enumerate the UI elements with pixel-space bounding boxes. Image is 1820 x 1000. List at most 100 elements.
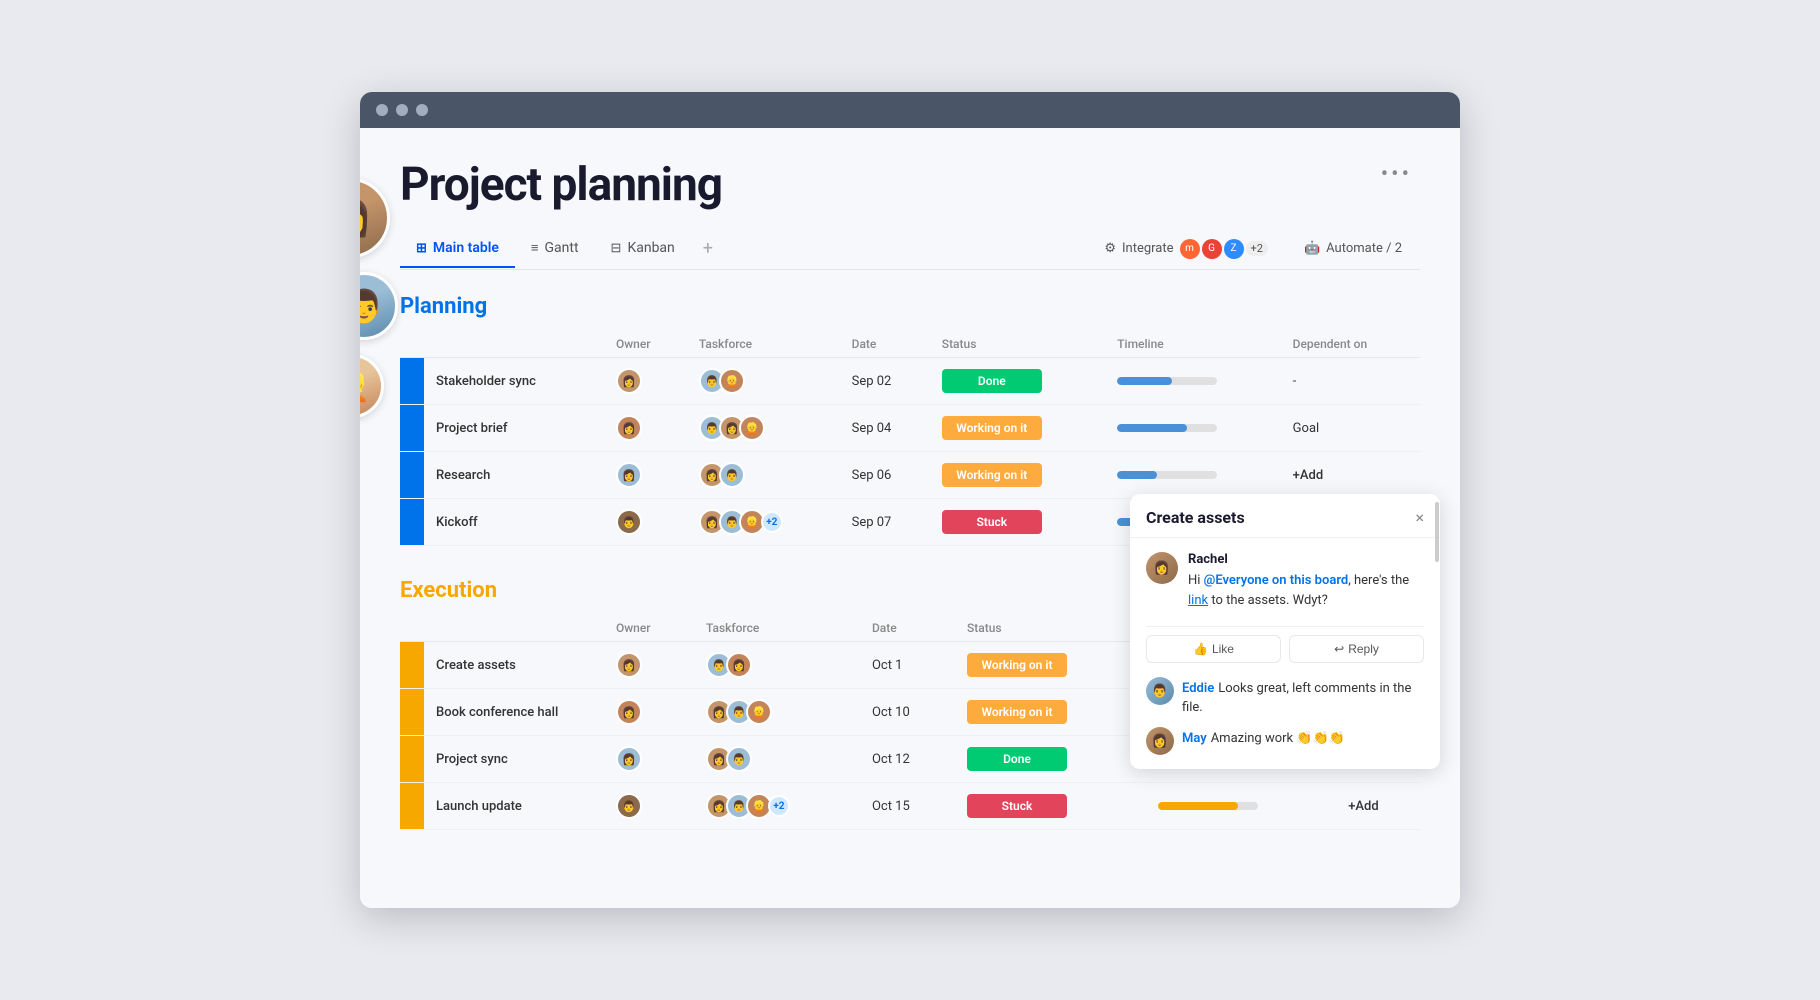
date-cell: Sep 07 — [840, 499, 930, 546]
th-owner: Owner — [604, 331, 687, 358]
reply-body: May Amazing work 👏👏👏 — [1182, 727, 1345, 746]
comment-text: Hi @Everyone on this board, here's the l… — [1188, 571, 1424, 610]
comment-mention[interactable]: @Everyone on this board — [1204, 573, 1349, 588]
close-panel-button[interactable]: × — [1415, 510, 1424, 526]
planning-row-3[interactable]: Research 👩 👩 👨 — [400, 452, 1420, 499]
row-indicator — [400, 689, 424, 736]
integration-icons: m G Z +2 — [1180, 239, 1268, 259]
tabs-bar: ⊞ Main table ≡ Gantt ⊟ Kanban + ⚙ Integr… — [400, 228, 1420, 270]
tab-main-table[interactable]: ⊞ Main table — [400, 230, 515, 268]
tab-kanban[interactable]: ⊟ Kanban — [595, 230, 691, 268]
owner-cell: 👩 — [604, 358, 687, 405]
owner-avatar: 👩 — [616, 652, 642, 678]
dependent-add[interactable]: +Add — [1336, 783, 1420, 830]
row-indicator — [400, 358, 424, 405]
owner-cell: 👩 — [604, 642, 694, 689]
gantt-icon: ≡ — [531, 240, 539, 256]
more-options-button[interactable]: ••• — [1373, 158, 1420, 191]
like-button[interactable]: 👍 Like — [1146, 635, 1281, 663]
status-badge: Working on it — [967, 653, 1067, 677]
timeline-bar — [1117, 377, 1217, 385]
automate-label: Automate / 2 — [1326, 241, 1402, 256]
reply-text-may: Amazing work 👏👏👏 — [1211, 731, 1345, 746]
th-indicator — [400, 331, 424, 358]
date-cell: Oct 12 — [860, 736, 955, 783]
owner-cell: 👩 — [604, 405, 687, 452]
status-cell: Done — [930, 358, 1105, 405]
automate-button[interactable]: 🤖 Automate / 2 — [1294, 235, 1412, 262]
gmail-icon: G — [1202, 239, 1222, 259]
row-indicator — [400, 499, 424, 546]
browser-content: 👩 👨 👱 Project planning ••• ⊞ Main table … — [360, 128, 1460, 908]
th-date: Date — [840, 331, 930, 358]
status-badge: Working on it — [967, 700, 1067, 724]
avatar-person-1: 👩 — [360, 178, 390, 258]
reply-eddie: 👨 Eddie Looks great, left comments in th… — [1146, 677, 1424, 715]
status-cell: Stuck — [955, 783, 1146, 830]
status-badge: Stuck — [967, 794, 1067, 818]
reply-text-eddie: Looks great, left comments in the file. — [1182, 681, 1411, 715]
replies-section: 👨 Eddie Looks great, left comments in th… — [1146, 677, 1424, 755]
reply-button[interactable]: ↩ Reply — [1289, 635, 1424, 663]
tf-avatar-3: 👱 — [739, 415, 765, 441]
date-cell: Oct 1 — [860, 642, 955, 689]
owner-cell: 👩 — [604, 736, 694, 783]
reply-may: 👩 May Amazing work 👏👏👏 — [1146, 727, 1424, 755]
status-badge: Done — [967, 747, 1067, 771]
date-cell: Oct 15 — [860, 783, 955, 830]
add-tab-button[interactable]: + — [691, 228, 725, 269]
timeline-cell — [1105, 358, 1280, 405]
reply-author-may: May — [1182, 731, 1207, 746]
status-cell: Working on it — [955, 689, 1146, 736]
status-badge: Stuck — [942, 510, 1042, 534]
status-cell: Stuck — [930, 499, 1105, 546]
tf-avatar-2: 👨 — [719, 462, 745, 488]
tab-gantt[interactable]: ≡ Gantt — [515, 230, 595, 268]
comment-author: Rachel — [1188, 552, 1424, 567]
th-indicator — [400, 615, 424, 642]
may-avatar: 👩 — [1146, 727, 1174, 755]
timeline-cell — [1146, 783, 1337, 830]
reply-label: Reply — [1348, 642, 1379, 656]
integrate-button[interactable]: ⚙ Integrate m G Z +2 — [1094, 233, 1278, 265]
left-avatars: 👩 👨 👱 — [360, 178, 398, 418]
task-name: Kickoff — [424, 499, 604, 546]
dependent-add[interactable]: +Add — [1281, 452, 1420, 499]
planning-row-2[interactable]: Project brief 👩 👨 👩 👱 — [400, 405, 1420, 452]
text-mid: , here's the — [1348, 573, 1409, 588]
task-name: Project sync — [424, 736, 604, 783]
taskforce-cell: 👩 👨 — [694, 736, 860, 783]
th-taskforce: Taskforce — [694, 615, 860, 642]
execution-row-4[interactable]: Launch update 👨 👩 👨 👱 — [400, 783, 1420, 830]
page-header: Project planning ••• — [400, 158, 1420, 212]
th-status: Status — [955, 615, 1146, 642]
tf-avatar-2: 👱 — [719, 368, 745, 394]
scrollbar-thumb — [1435, 502, 1439, 562]
tab-actions: ⚙ Integrate m G Z +2 🤖 Automate / 2 — [1094, 233, 1420, 265]
status-badge: Working on it — [942, 416, 1042, 440]
panel-scrollbar[interactable] — [1434, 494, 1440, 769]
comment-actions: 👍 Like ↩ Reply — [1146, 626, 1424, 663]
comment-link[interactable]: link — [1188, 593, 1208, 608]
comment-panel-header: Create assets × — [1130, 494, 1440, 538]
planning-header-row: Owner Taskforce Date Status Timeline Dep… — [400, 331, 1420, 358]
like-label: Like — [1212, 642, 1234, 656]
main-comment: 👩 Rachel Hi @Everyone on this board, her… — [1146, 552, 1424, 610]
owner-avatar: 👩 — [616, 368, 642, 394]
row-indicator — [400, 452, 424, 499]
timeline-fill — [1158, 802, 1238, 810]
taskforce-cell: 👩 👨 — [687, 452, 840, 499]
avatar-person-3: 👱 — [360, 354, 384, 418]
row-indicator — [400, 405, 424, 452]
automate-icon: 🤖 — [1304, 241, 1320, 256]
owner-avatar: 👩 — [616, 415, 642, 441]
owner-cell: 👩 — [604, 452, 687, 499]
taskforce-cell: 👨 👱 — [687, 358, 840, 405]
tf-avatar-2: 👨 — [726, 746, 752, 772]
browser-dot-1 — [376, 104, 388, 116]
date-cell: Sep 02 — [840, 358, 930, 405]
status-badge: Working on it — [942, 463, 1042, 487]
planning-row-1[interactable]: Stakeholder sync 👩 👨 👱 — [400, 358, 1420, 405]
browser-window: 👩 👨 👱 Project planning ••• ⊞ Main table … — [360, 92, 1460, 908]
owner-avatar: 👩 — [616, 699, 642, 725]
